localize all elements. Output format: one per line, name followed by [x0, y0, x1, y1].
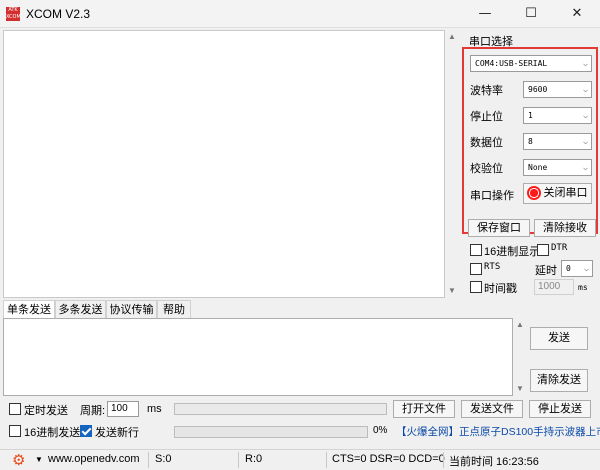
line-status: CTS=0 DSR=0 DCD=0 — [332, 453, 445, 465]
chevron-down-icon: ⌵ — [583, 137, 588, 146]
hex-send-label: 16进制发送 — [24, 427, 81, 439]
tab-multi-send[interactable]: 多条发送 — [55, 300, 106, 318]
baud-select-value: 9600 — [528, 85, 548, 94]
send-file-button[interactable]: 发送文件 — [461, 400, 523, 418]
operate-label: 串口操作 — [470, 190, 514, 202]
stopbits-select[interactable]: 1 ⌵ — [523, 107, 592, 124]
hex-send-checkbox[interactable] — [9, 425, 21, 437]
parity-select-value: None — [528, 163, 548, 172]
timestamp-label: 时间戳 — [484, 283, 517, 295]
timestamp-interval-field[interactable]: 1000 — [534, 279, 574, 295]
status-bar: ⚙ ▼ www.openedv.com S:0 R:0 CTS=0 DSR=0 … — [0, 449, 600, 470]
rts-label: RTS — [484, 262, 501, 272]
port-settings-group: COM4:USB-SERIAL ⌵ 波特率 9600 ⌵ 停止位 1 ⌵ 数据位… — [462, 47, 598, 234]
clear-receive-button[interactable]: 清除接收 — [534, 219, 596, 237]
chevron-down-icon: ⌵ — [584, 264, 589, 273]
timestamp-checkbox[interactable] — [470, 281, 482, 293]
divider — [238, 452, 239, 468]
stopbits-label: 停止位 — [470, 111, 503, 123]
save-window-button[interactable]: 保存窗口 — [468, 219, 530, 237]
databits-select-value: 8 — [528, 137, 533, 146]
stop-send-button[interactable]: 停止发送 — [529, 400, 591, 418]
close-port-button[interactable]: 关闭串口 — [523, 183, 592, 204]
timed-send-label: 定时发送 — [24, 405, 68, 417]
scroll-up-icon[interactable]: ▲ — [513, 318, 527, 332]
file-path-bar — [174, 403, 387, 415]
scroll-down-icon[interactable]: ▼ — [445, 284, 459, 298]
receive-textarea[interactable] — [3, 30, 445, 298]
port-status-led-icon — [527, 186, 541, 200]
title-bar: ATK XCOM XCOM V2.3 — ☐ ✕ — [0, 0, 600, 28]
period-label: 周期: — [80, 405, 106, 417]
period-field[interactable]: 100 — [107, 401, 139, 417]
tab-help[interactable]: 帮助 — [157, 300, 191, 318]
divider — [443, 452, 444, 468]
delay-select[interactable]: 0 ⌵ — [561, 260, 593, 277]
receive-scrollbar[interactable]: ▲ ▼ — [445, 30, 459, 298]
divider — [326, 452, 327, 468]
scroll-down-icon[interactable]: ▼ — [513, 382, 527, 396]
settings-panel: 串口选择 COM4:USB-SERIAL ⌵ 波特率 9600 ⌵ 停止位 1 … — [462, 28, 600, 298]
databits-select[interactable]: 8 ⌵ — [523, 133, 592, 150]
gear-icon[interactable]: ⚙ — [12, 452, 25, 468]
baud-select[interactable]: 9600 ⌵ — [523, 81, 592, 98]
dtr-checkbox[interactable] — [537, 244, 549, 256]
tab-protocol[interactable]: 协议传输 — [106, 300, 157, 318]
chevron-down-icon: ⌵ — [583, 163, 588, 172]
progress-percent: 0% — [373, 425, 388, 436]
baud-label: 波特率 — [470, 85, 503, 97]
chevron-down-icon: ⌵ — [583, 111, 588, 120]
open-file-button[interactable]: 打开文件 — [393, 400, 455, 418]
clear-send-button[interactable]: 清除发送 — [530, 369, 588, 392]
parity-select[interactable]: None ⌵ — [523, 159, 592, 176]
timestamp-unit: ms — [578, 283, 588, 292]
timed-send-checkbox[interactable] — [9, 403, 21, 415]
rts-checkbox[interactable] — [470, 263, 482, 275]
dtr-label: DTR — [551, 243, 568, 253]
port-select[interactable]: COM4:USB-SERIAL ⌵ — [470, 55, 592, 72]
send-progress-bar — [174, 426, 368, 438]
send-scrollbar[interactable]: ▲ ▼ — [513, 318, 527, 396]
send-newline-label: 发送新行 — [95, 427, 139, 439]
port-select-value: COM4:USB-SERIAL — [475, 59, 548, 68]
tab-single-send[interactable]: 单条发送 — [3, 300, 55, 320]
delay-select-value: 0 — [566, 264, 571, 273]
close-port-label: 关闭串口 — [543, 187, 588, 199]
parity-label: 校验位 — [470, 163, 503, 175]
website-link[interactable]: www.openedv.com — [48, 453, 140, 465]
send-textarea[interactable] — [3, 318, 513, 396]
app-logo-icon: ATK XCOM — [6, 7, 21, 21]
stopbits-select-value: 1 — [528, 111, 533, 120]
scroll-up-icon[interactable]: ▲ — [445, 30, 459, 44]
chevron-down-icon: ⌵ — [583, 85, 588, 94]
databits-label: 数据位 — [470, 137, 503, 149]
received-count: R:0 — [245, 453, 263, 465]
send-newline-checkbox[interactable] — [80, 425, 92, 437]
sent-count: S:0 — [155, 453, 172, 465]
hex-display-label: 16进制显示 — [484, 246, 541, 258]
divider — [148, 452, 149, 468]
chevron-down-icon: ⌵ — [583, 59, 588, 68]
maximize-button[interactable]: ☐ — [508, 0, 554, 28]
promo-link[interactable]: 【火爆全网】正点原子DS100手持示波器上市 — [396, 424, 600, 439]
window-title: XCOM V2.3 — [26, 7, 91, 21]
minimize-button[interactable]: — — [462, 0, 508, 28]
delay-label: 延时 — [535, 265, 557, 277]
close-button[interactable]: ✕ — [554, 0, 600, 28]
hex-display-checkbox[interactable] — [470, 244, 482, 256]
period-unit: ms — [147, 403, 162, 415]
menu-dropdown-icon[interactable]: ▼ — [35, 455, 43, 464]
send-button[interactable]: 发送 — [530, 327, 588, 350]
current-time: 当前时间 16:23:56 — [449, 456, 539, 468]
